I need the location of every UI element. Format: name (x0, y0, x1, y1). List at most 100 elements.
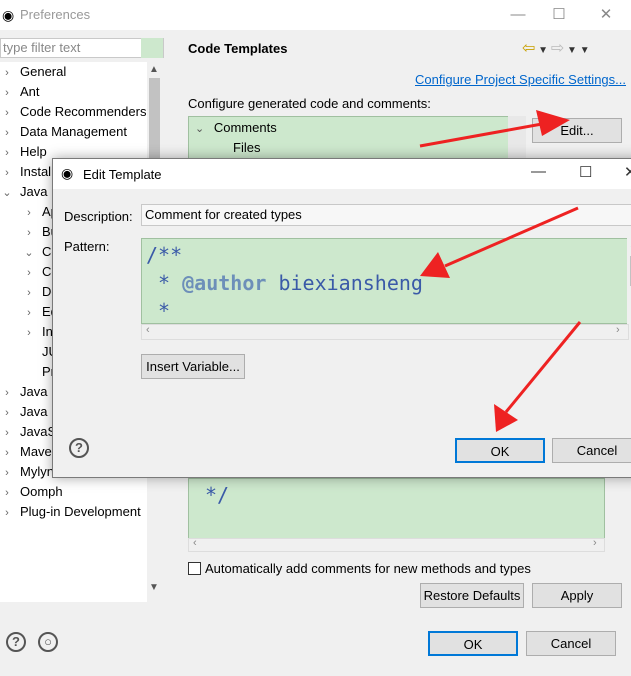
close-icon[interactable]: ✕ (594, 4, 618, 26)
restore-defaults-button[interactable]: Restore Defaults (420, 583, 524, 608)
preview-vscroll[interactable] (605, 478, 621, 540)
tree-item[interactable]: › Oomph (0, 482, 62, 503)
scroll-left-icon[interactable]: ‹ (193, 537, 197, 549)
chevron-right-icon[interactable]: › (0, 503, 14, 523)
tree-item[interactable]: Pr (22, 362, 55, 382)
chevron-down-icon[interactable]: ⌄ (0, 183, 14, 203)
chevron-right-icon[interactable]: › (0, 443, 14, 463)
forward-menu-icon[interactable]: ▼ (564, 45, 579, 56)
maximize-icon[interactable]: ☐ (579, 163, 592, 181)
tree-item-label: Comments (213, 120, 277, 135)
tree-item[interactable]: › Code Recommenders (0, 102, 146, 122)
window-title: Preferences (20, 7, 91, 22)
tree-item-label: Ant (20, 84, 40, 99)
maximize-icon[interactable]: ☐ (547, 4, 571, 26)
cancel-button[interactable]: Cancel (526, 631, 616, 656)
pattern-vscroll[interactable]: ▲ (627, 238, 631, 324)
configure-project-link[interactable]: Configure Project Specific Settings... (415, 72, 626, 87)
chevron-right-icon[interactable]: › (0, 143, 14, 163)
minimize-icon[interactable]: — (506, 4, 530, 26)
tree-item[interactable]: › Data Management (0, 122, 127, 142)
apply-button[interactable]: Apply (532, 583, 622, 608)
tree-item[interactable]: › Plug-in Development (0, 502, 141, 522)
tree-item[interactable]: › General (0, 62, 66, 82)
tree-item[interactable]: › Mylyn (0, 462, 54, 482)
help-icon[interactable]: ? (69, 438, 89, 458)
tree-item-comments[interactable]: ⌄ Comments (195, 120, 277, 135)
filter-clear-icon[interactable] (141, 38, 163, 58)
scroll-right-icon[interactable]: › (616, 324, 620, 336)
import-export-icon[interactable]: ○ (38, 632, 58, 652)
chevron-right-icon[interactable]: › (22, 323, 36, 343)
chevron-right-icon[interactable]: › (0, 123, 14, 143)
chevron-right-icon[interactable]: › (0, 83, 14, 103)
chevron-right-icon[interactable]: › (22, 303, 36, 323)
tree-item[interactable]: › Instal (0, 162, 51, 182)
chevron-right-icon[interactable]: › (0, 103, 14, 123)
minimize-icon[interactable]: — (531, 163, 546, 180)
back-arrow-icon[interactable]: ⇦ (522, 40, 535, 57)
chevron-right-icon[interactable]: › (0, 63, 14, 83)
tree-item-label: Code Recommenders (20, 104, 147, 119)
dialog-ok-button[interactable]: OK (455, 438, 545, 463)
eclipse-icon: ◉ (2, 7, 15, 23)
preview-hscroll[interactable]: ‹ › (188, 537, 605, 552)
filter-input[interactable]: type filter text (0, 38, 164, 58)
pattern-preview-text: */ (205, 483, 230, 507)
page-description: Configure generated code and comments: (188, 96, 431, 111)
bottom-bar: ? ○ OK Cancel (0, 612, 631, 676)
pattern-label: Pattern: (64, 239, 110, 254)
tree-item[interactable]: › Java (0, 382, 47, 402)
chevron-right-icon[interactable]: › (0, 163, 14, 183)
chevron-right-icon[interactable]: › (22, 263, 36, 283)
ok-button[interactable]: OK (428, 631, 518, 656)
scroll-down-icon[interactable]: ▼ (149, 582, 159, 593)
checkbox-label: Automatically add comments for new metho… (205, 561, 531, 576)
chevron-right-icon[interactable]: › (0, 403, 14, 423)
checkbox-icon[interactable] (188, 562, 201, 575)
tree-item-files[interactable]: Files (233, 140, 260, 155)
chevron-right-icon[interactable]: › (0, 383, 14, 403)
pattern-line-3: * (146, 299, 171, 323)
templates-tree[interactable]: ⌄ Comments Files (188, 116, 526, 162)
tree-item-label: Help (20, 144, 47, 159)
tree-item[interactable]: › Help (0, 142, 47, 162)
description-field[interactable]: Comment for created types (141, 204, 631, 226)
dialog-cancel-button[interactable]: Cancel (552, 438, 631, 463)
pattern-hscroll[interactable]: ‹ › (141, 324, 629, 340)
chevron-right-icon[interactable]: › (0, 463, 14, 483)
chevron-right-icon[interactable]: › (0, 423, 14, 443)
title-bar: ◉ Preferences — ☐ ✕ (0, 0, 631, 30)
forward-arrow-icon[interactable]: ⇨ (551, 40, 564, 57)
scroll-right-icon[interactable]: › (593, 537, 597, 549)
tree-item-label: General (20, 64, 67, 79)
view-menu-icon[interactable]: ▼ (580, 45, 590, 56)
edit-button[interactable]: Edit... (532, 118, 622, 143)
tree-item-label: Data Management (20, 124, 127, 139)
tree-item-label: Java (20, 384, 48, 399)
scroll-up-icon[interactable]: ▲ (149, 64, 159, 75)
tree-item[interactable]: › Ant (0, 82, 40, 103)
insert-variable-button[interactable]: Insert Variable... (141, 354, 245, 379)
auto-comments-checkbox[interactable]: Automatically add comments for new metho… (188, 561, 531, 576)
tree-item[interactable]: › Maven (0, 442, 59, 462)
author-tag: @author (182, 271, 267, 295)
scroll-left-icon[interactable]: ‹ (146, 324, 150, 336)
chevron-right-icon[interactable]: › (22, 203, 36, 223)
close-icon[interactable]: ✕ (624, 163, 631, 181)
help-icon[interactable]: ? (6, 632, 26, 652)
tree-item[interactable]: ⌄ Java (0, 182, 47, 202)
page-title: Code Templates (188, 41, 288, 56)
pattern-line-1: /** (146, 243, 183, 267)
dialog-title-bar: ◉ Edit Template — ☐ ✕ (53, 159, 631, 189)
chevron-right-icon[interactable]: › (22, 283, 36, 303)
chevron-right-icon[interactable]: › (0, 483, 14, 503)
pattern-editor[interactable]: /** * @author biexiansheng * (141, 238, 631, 324)
history-nav: ⇦ ▼ ⇨ ▼ ▼ (522, 38, 590, 58)
templates-scrollbar[interactable] (508, 116, 526, 162)
back-menu-icon[interactable]: ▼ (535, 45, 550, 56)
chevron-right-icon[interactable]: › (22, 223, 36, 243)
tree-item[interactable]: › In (22, 322, 53, 342)
eclipse-icon: ◉ (61, 165, 74, 181)
chevron-down-icon[interactable]: ⌄ (22, 243, 36, 263)
